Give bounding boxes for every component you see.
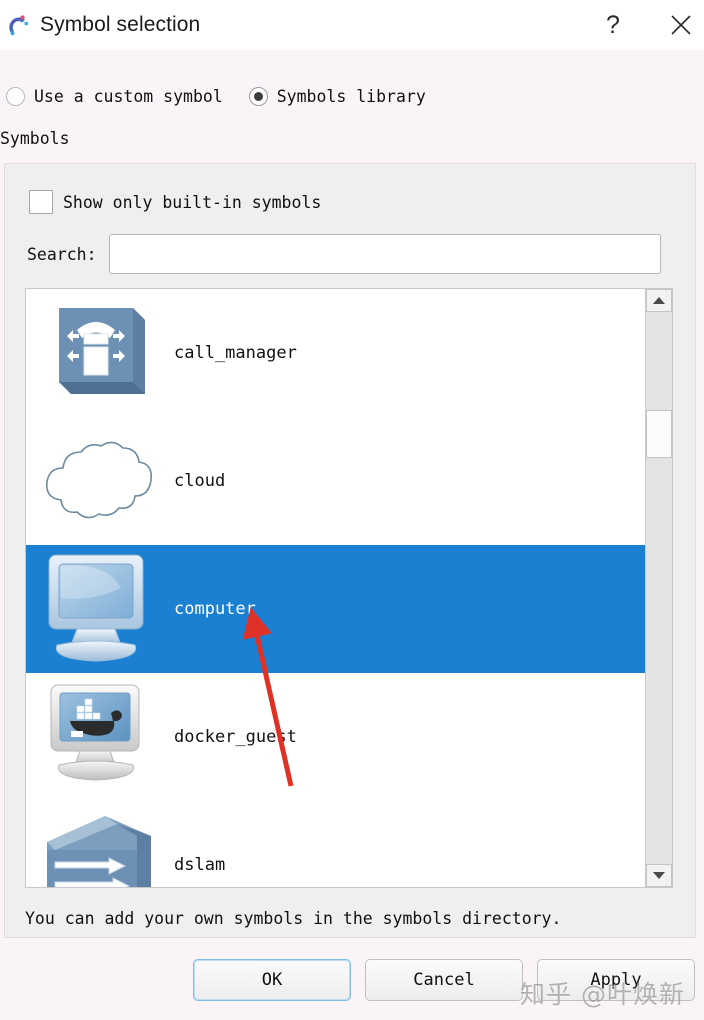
list-item-label: cloud <box>174 471 226 491</box>
list-item[interactable]: call_manager <box>26 289 645 417</box>
window-title: Symbol selection <box>40 13 201 36</box>
builtin-symbols-checkbox[interactable] <box>29 190 53 214</box>
symbol-list-scrollbar[interactable] <box>645 289 672 887</box>
radio-unselected-icon <box>6 86 25 106</box>
symbol-list[interactable]: call_manager cloud computer docker_guest… <box>25 288 673 888</box>
search-label: Search: <box>27 244 97 264</box>
list-item[interactable]: dslam <box>26 801 645 887</box>
title-bar: Symbol selection ? <box>0 0 704 50</box>
close-button[interactable] <box>658 0 704 50</box>
builtin-symbols-checkbox-row[interactable]: Show only built-in symbols <box>29 190 321 214</box>
scroll-up-icon <box>653 297 665 304</box>
gns3-logo-icon <box>6 13 30 37</box>
list-item-selected[interactable]: computer <box>26 545 645 673</box>
radio-use-custom-symbol-label: Use a custom symbol <box>34 86 223 106</box>
symbols-group-box: Show only built-in symbols Search: call_… <box>4 163 696 938</box>
symbol-source-radio-group: Use a custom symbol Symbols library <box>0 78 704 114</box>
ok-button[interactable]: OK <box>193 959 351 1001</box>
scroll-down-icon <box>653 872 665 879</box>
radio-symbols-library[interactable]: Symbols library <box>248 86 426 106</box>
cancel-button[interactable]: Cancel <box>365 959 523 1001</box>
search-row: Search: <box>27 234 661 274</box>
symbol-selection-dialog: Symbol selection ? Use a custom symbol S… <box>0 0 704 1020</box>
list-item-label: dslam <box>174 855 226 875</box>
cloud-icon <box>26 417 166 545</box>
hint-text: You can add your own symbols in the symb… <box>25 908 562 928</box>
list-item-label: docker_guest <box>174 727 297 747</box>
radio-selected-icon <box>248 86 268 106</box>
watermark: 知乎 @叶焕新 <box>520 980 685 1009</box>
radio-use-custom-symbol[interactable]: Use a custom symbol <box>6 86 223 106</box>
scrollbar-thumb[interactable] <box>646 410 672 458</box>
list-item[interactable]: cloud <box>26 417 645 545</box>
close-icon <box>671 15 691 35</box>
scrollbar-track[interactable] <box>646 312 672 864</box>
list-item-label: call_manager <box>174 343 297 363</box>
scroll-up-button[interactable] <box>646 289 672 312</box>
list-item-label: computer <box>174 599 256 619</box>
symbols-group-caption: Symbols <box>0 129 70 148</box>
call-manager-icon <box>26 289 166 417</box>
docker-guest-icon <box>26 673 166 801</box>
symbol-list-viewport[interactable]: call_manager cloud computer docker_guest… <box>26 289 645 887</box>
builtin-symbols-label: Show only built-in symbols <box>63 192 322 212</box>
list-item[interactable]: docker_guest <box>26 673 645 801</box>
search-input[interactable] <box>108 234 661 274</box>
scroll-down-button[interactable] <box>646 864 672 887</box>
radio-symbols-library-label: Symbols library <box>276 86 426 106</box>
dslam-icon <box>26 801 166 887</box>
computer-icon <box>26 545 166 673</box>
help-button[interactable]: ? <box>590 0 636 50</box>
